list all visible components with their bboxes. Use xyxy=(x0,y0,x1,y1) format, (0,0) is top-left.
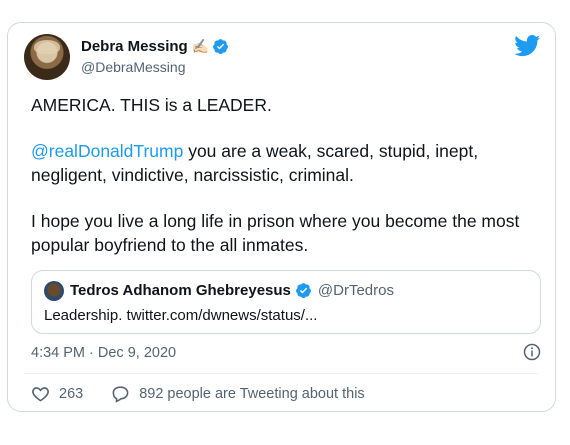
quoted-text: Leadership. twitter.com/dwnews/status/..… xyxy=(44,307,318,324)
stats-bar: 263 892 people are Tweeting about this xyxy=(31,384,365,403)
quoted-avatar[interactable] xyxy=(44,281,64,301)
quoted-tweet[interactable]: Tedros Adhanom Ghebreyesus @DrTedros Lea… xyxy=(31,270,541,334)
like-count: 263 xyxy=(59,385,84,402)
author-avatar[interactable] xyxy=(24,34,70,80)
tweet-body: AMERICA. THIS is a LEADER. @realDonaldTr… xyxy=(31,93,541,279)
tweet-line-2: @realDonaldTrump you are a weak, scared,… xyxy=(31,139,541,187)
author-handle[interactable]: @DebraMessing xyxy=(81,59,185,75)
info-icon[interactable] xyxy=(523,343,541,361)
tweet-timestamp[interactable]: 4:34 PM · Dec 9, 2020 xyxy=(31,345,176,361)
like-stat[interactable]: 263 xyxy=(31,384,83,403)
heart-icon[interactable] xyxy=(31,384,50,403)
tweeting-stat[interactable]: 892 people are Tweeting about this xyxy=(111,384,365,403)
tweet-line-3: I hope you live a long life in prison wh… xyxy=(31,211,520,255)
author-name[interactable]: Debra Messing xyxy=(81,38,188,55)
mention-link[interactable]: @realDonaldTrump xyxy=(31,141,183,161)
quoted-author-name: Tedros Adhanom Ghebreyesus xyxy=(70,282,291,299)
reply-bubble-icon[interactable] xyxy=(111,384,130,403)
tweet-card[interactable]: Debra Messing ✍🏻 @DebraMessing AMERICA. … xyxy=(7,22,556,412)
verified-badge-icon xyxy=(213,39,229,55)
quoted-author-row: Tedros Adhanom Ghebreyesus @DrTedros xyxy=(70,282,394,299)
tweeting-text: 892 people are Tweeting about this xyxy=(139,385,365,402)
quoted-author-handle: @DrTedros xyxy=(317,282,394,299)
twitter-bird-icon[interactable] xyxy=(514,35,541,57)
author-emoji: ✍🏻 xyxy=(191,38,210,54)
divider xyxy=(24,373,539,374)
tweet-line-1: AMERICA. THIS is a LEADER. xyxy=(31,95,272,115)
author-name-row[interactable]: Debra Messing ✍🏻 xyxy=(81,38,229,55)
verified-badge-icon xyxy=(295,283,311,299)
